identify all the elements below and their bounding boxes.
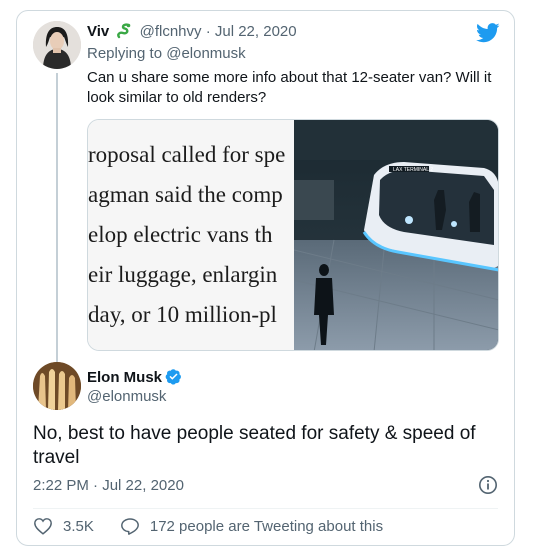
reply-date[interactable]: Jul 22, 2020 <box>215 23 297 40</box>
main-name-text[interactable]: Elon Musk <box>87 369 162 386</box>
snake-emoji-icon <box>116 23 132 43</box>
avatar-elon-musk[interactable] <box>33 362 81 410</box>
replying-to: Replying to @elonmusk <box>87 45 246 62</box>
reply-text: Can u share some more info about that 12… <box>87 69 492 106</box>
conversation-text[interactable]: 172 people are Tweeting about this <box>150 518 383 535</box>
article-line: eir luggage, enlargin <box>88 262 278 287</box>
van-sign: LAX TERMINAL 2 <box>393 167 433 173</box>
verified-badge-icon <box>165 368 182 389</box>
reply-header: Viv @flcnhvy · Jul 22, 2020 <box>87 23 297 43</box>
like-count: 3.5K <box>63 517 94 535</box>
twitter-bird-icon[interactable] <box>476 23 500 48</box>
tweet-card: Viv @flcnhvy · Jul 22, 2020 Replying to … <box>16 10 515 546</box>
speech-bubble-icon <box>120 518 139 535</box>
tweet-separator: · <box>93 477 99 494</box>
tweet-actions: 3.5K 172 people are Tweeting about this <box>33 517 383 535</box>
thread-line <box>56 73 58 363</box>
article-screenshot-image[interactable]: roposal called for spe agman said the co… <box>88 120 294 350</box>
article-line: roposal called for spe <box>88 142 286 167</box>
like-button[interactable]: 3.5K <box>33 517 94 535</box>
info-icon[interactable] <box>478 475 498 500</box>
reply-separator: · <box>205 23 211 40</box>
van-render-image[interactable]: LAX TERMINAL 2 <box>294 120 498 350</box>
main-handle[interactable]: @elonmusk <box>87 388 166 405</box>
reply-handle[interactable]: @flcnhvy <box>140 23 202 40</box>
tweet-date[interactable]: Jul 22, 2020 <box>102 477 184 494</box>
divider <box>33 508 498 509</box>
article-line: day, or 10 million-pl <box>88 302 277 327</box>
heart-icon <box>34 518 52 535</box>
main-display-name[interactable]: Elon Musk <box>87 368 182 389</box>
main-tweet-text: No, best to have people seated for safet… <box>33 423 476 468</box>
article-line: elop electric vans th <box>88 222 273 247</box>
tweet-timestamp[interactable]: 2:22 PM · Jul 22, 2020 <box>33 477 184 494</box>
replying-to-link[interactable]: @elonmusk <box>166 45 245 62</box>
article-line: agman said the comp <box>88 182 283 207</box>
reply-display-name[interactable]: Viv <box>87 23 109 40</box>
conversation-link[interactable]: 172 people are Tweeting about this <box>120 517 383 535</box>
reply-media[interactable]: roposal called for spe agman said the co… <box>87 119 499 351</box>
tweet-time[interactable]: 2:22 PM <box>33 477 89 494</box>
replying-prefix: Replying to <box>87 45 163 62</box>
avatar-viv[interactable] <box>33 21 81 69</box>
